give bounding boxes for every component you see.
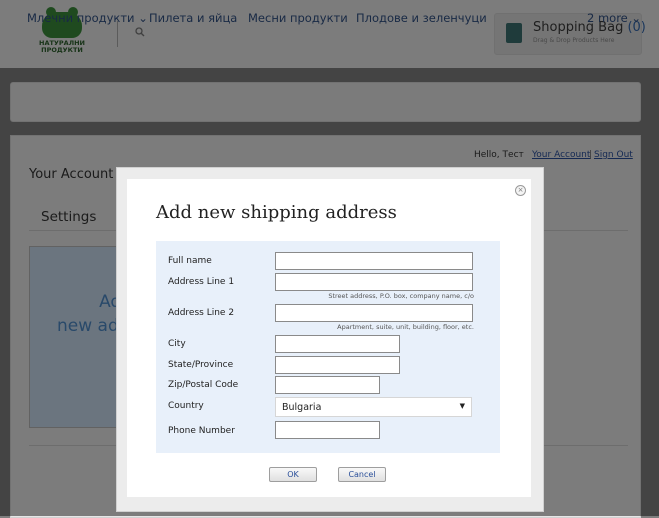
ok-button[interactable]: OK [269,467,317,482]
country-selected-value: Bulgaria [282,402,322,413]
city-label: City [168,339,186,349]
country-label: Country [168,401,204,411]
address-line-1-hint: Street address, P.O. box, company name, … [328,292,474,300]
address-line-2-input[interactable] [275,304,473,322]
dialog-title: Add new shipping address [156,202,397,223]
address-line-1-label: Address Line 1 [168,277,235,287]
full-name-input[interactable] [275,252,473,270]
address-line-1-input[interactable] [275,273,473,291]
address-line-2-hint: Apartment, suite, unit, building, floor,… [337,323,474,331]
close-icon[interactable]: × [515,185,526,196]
full-name-label: Full name [168,256,212,266]
state-input[interactable] [275,356,400,374]
city-input[interactable] [275,335,400,353]
cancel-button[interactable]: Cancel [338,467,386,482]
zip-label: Zip/Postal Code [168,380,239,390]
country-select[interactable]: Bulgaria ▼ [275,397,472,417]
dropdown-arrow-icon: ▼ [459,402,465,410]
zip-input[interactable] [275,376,380,394]
phone-label: Phone Number [168,426,235,436]
phone-input[interactable] [275,421,380,439]
state-label: State/Province [168,360,234,370]
address-line-2-label: Address Line 2 [168,308,235,318]
